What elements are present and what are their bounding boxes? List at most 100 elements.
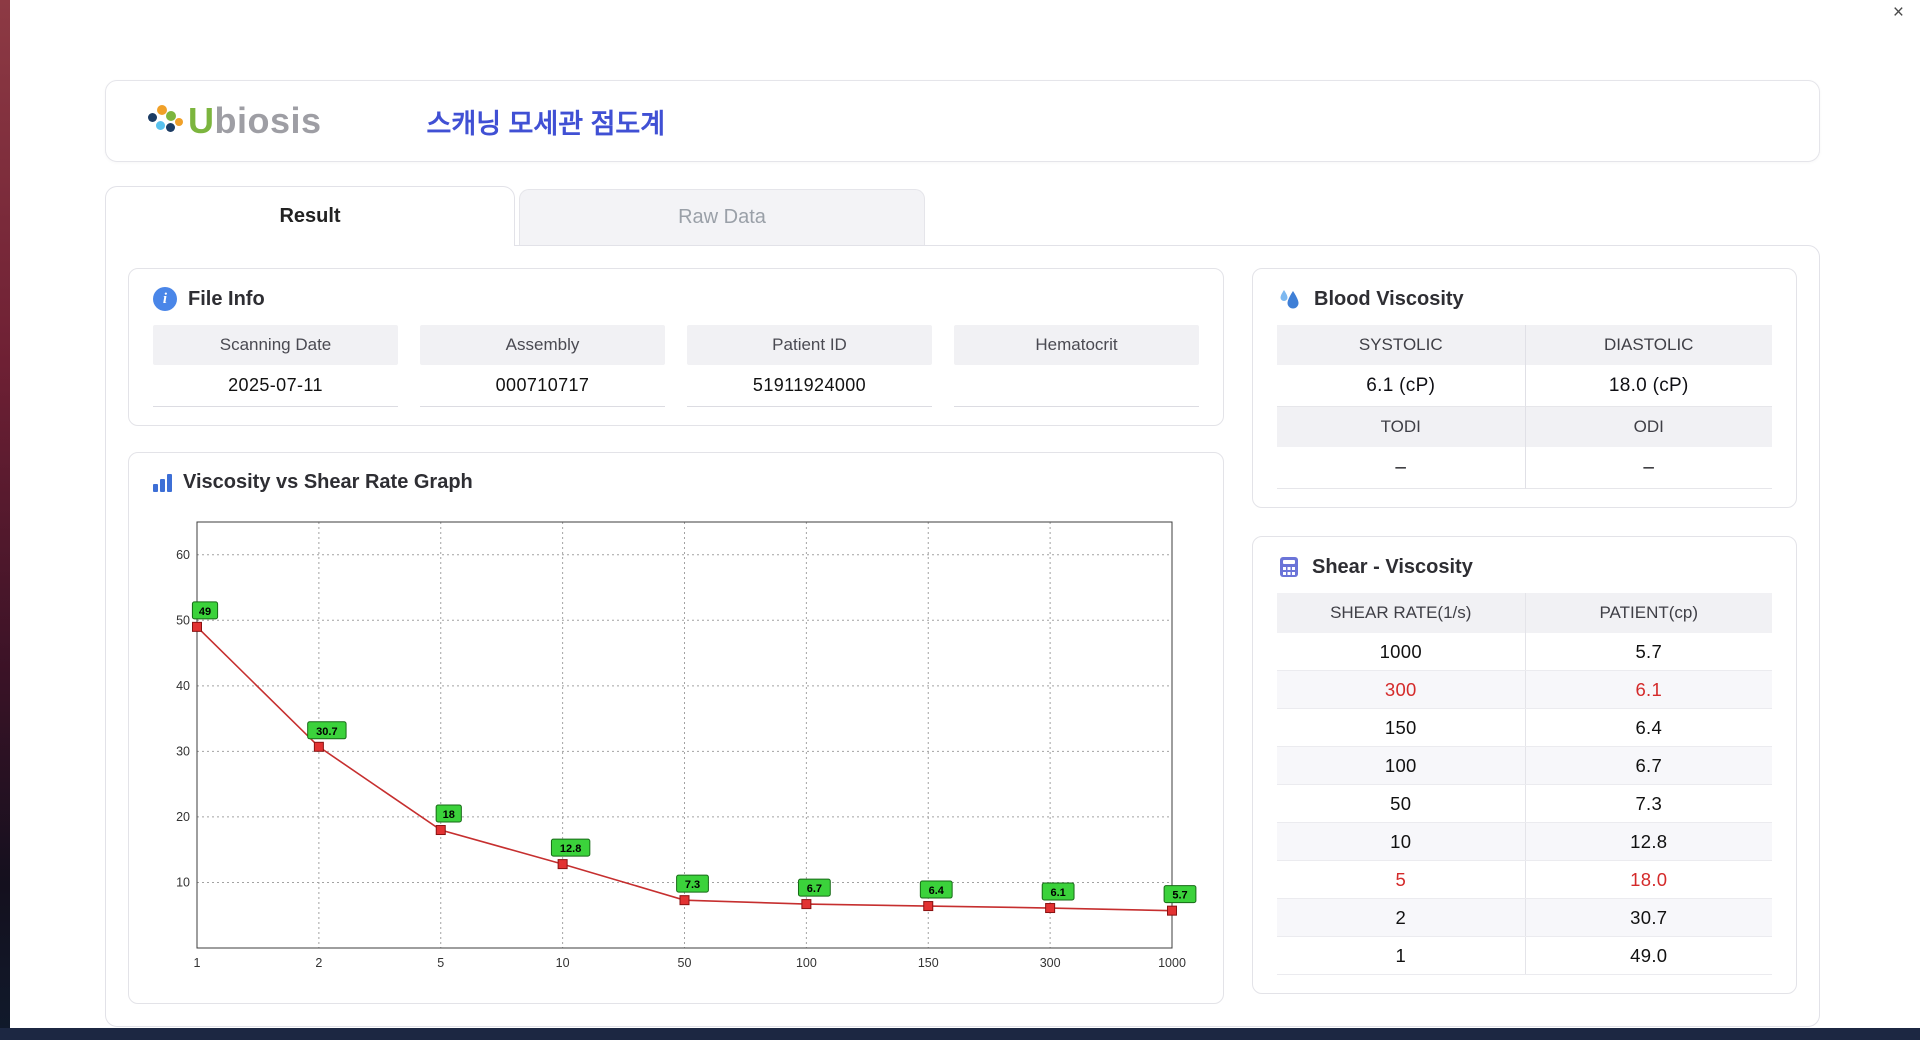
patient-value-cell: 6.4	[1524, 709, 1773, 746]
patient-value-cell: 49.0	[1524, 937, 1773, 974]
bv-value-diastolic: 18.0 (cP)	[1524, 365, 1772, 407]
blood-viscosity-title: Blood Viscosity	[1314, 287, 1464, 310]
logo-mark-icon	[148, 104, 186, 138]
svg-text:1000: 1000	[1158, 956, 1186, 970]
svg-text:6.4: 6.4	[929, 885, 945, 897]
viscosity-shear-chart: 10 20 30 40 50 60 1 2 5 10 50 100 150 300 1000 49 30.7 18…	[176, 521, 1197, 970]
shear-table-row: 2 30.7	[1277, 899, 1772, 937]
shear-rate-cell: 10	[1390, 830, 1412, 852]
svg-text:30.7: 30.7	[316, 726, 337, 738]
blood-viscosity-panel: Blood Viscosity SYSTOLIC DIASTOLIC 6.1 (…	[1252, 268, 1797, 508]
file-info-field: Scanning Date 2025-07-11	[153, 325, 398, 407]
content-panel: i File Info Scanning Date 2025-07-11 Assem…	[105, 245, 1820, 1027]
svg-text:150: 150	[918, 956, 939, 970]
shear-table-row: 300 6.1	[1277, 671, 1772, 709]
tab-bar: Result Raw Data	[105, 186, 1820, 246]
close-icon[interactable]: ×	[1893, 2, 1904, 24]
shear-viscosity-panel: Shear - Viscosity SHEAR RATE(1/s) PATIEN…	[1252, 536, 1797, 994]
patient-value-cell: 12.8	[1524, 823, 1773, 860]
bar-chart-icon	[153, 473, 172, 492]
shear-viscosity-title: Shear - Viscosity	[1312, 555, 1473, 578]
window-titlebar: ×	[10, 0, 1920, 26]
svg-text:6.7: 6.7	[807, 883, 822, 895]
patient-value-cell: 30.7	[1524, 899, 1773, 936]
tab-raw-data[interactable]: Raw Data	[519, 189, 925, 245]
bv-header-odi: ODI	[1524, 407, 1772, 447]
desktop-edge-left	[0, 0, 10, 1040]
shear-rate-cell: 1	[1395, 944, 1407, 966]
app-window: Ubiosis 스캐닝 모세관 점도계 Result Raw Data i Fi…	[105, 80, 1820, 1027]
svg-text:5: 5	[437, 956, 444, 970]
shear-rate-cell: 50	[1390, 792, 1412, 814]
shear-rate-cell: 300	[1384, 678, 1417, 700]
bv-header-diastolic: DIASTOLIC	[1524, 325, 1772, 365]
svg-text:18: 18	[443, 809, 455, 821]
svg-text:60: 60	[176, 548, 190, 562]
bv-value-systolic: 6.1 (cP)	[1277, 365, 1525, 407]
svg-text:50: 50	[176, 613, 190, 627]
shear-rate-cell: 150	[1384, 716, 1417, 738]
patient-value-cell: 7.3	[1524, 785, 1773, 822]
file-info-fields: Scanning Date 2025-07-11 Assembly 000710717…	[153, 325, 1199, 407]
logo-text: Ubiosis	[188, 100, 322, 141]
field-label: Patient ID	[687, 325, 932, 365]
graph-title: Viscosity vs Shear Rate Graph	[183, 471, 473, 493]
bv-value-todi: –	[1277, 447, 1525, 489]
shear-viscosity-table: SHEAR RATE(1/s) PATIENT(cp) 1000 5.7 300 6.…	[1277, 593, 1772, 975]
patient-value-cell: 6.1	[1524, 671, 1773, 708]
svg-text:7.3: 7.3	[685, 879, 700, 891]
shear-table-header: SHEAR RATE(1/s) PATIENT(cp)	[1277, 593, 1772, 633]
svg-text:10: 10	[556, 956, 570, 970]
desktop-edge-bottom	[0, 1028, 1920, 1040]
shear-rate-cell: 1000	[1379, 640, 1422, 662]
svg-text:6.1: 6.1	[1050, 887, 1065, 899]
shear-rate-cell: 2	[1395, 906, 1407, 928]
graph-panel: Viscosity vs Shear Rate Graph 10 20 30 40 50…	[128, 452, 1224, 1004]
svg-text:5.7: 5.7	[1172, 890, 1187, 902]
file-info-field: Patient ID 51911924000	[687, 325, 932, 407]
app-header: Ubiosis 스캐닝 모세관 점도계	[105, 80, 1820, 162]
field-value: 000710717	[420, 365, 665, 407]
shear-rate-cell: 100	[1384, 754, 1417, 776]
shear-table-row: 100 6.7	[1277, 747, 1772, 785]
bv-value-odi: –	[1524, 447, 1772, 489]
shear-table-row: 1 49.0	[1277, 937, 1772, 975]
patient-value-cell: 5.7	[1524, 633, 1773, 670]
bv-header-todi: TODI	[1277, 407, 1525, 447]
shear-table-row: 50 7.3	[1277, 785, 1772, 823]
file-info-field: Hematocrit	[954, 325, 1199, 407]
svg-text:20: 20	[176, 810, 190, 824]
bv-header-systolic: SYSTOLIC	[1277, 325, 1525, 365]
droplet-icon	[1280, 290, 1299, 309]
shear-table-row: 5 18.0	[1277, 861, 1772, 899]
shear-rate-column-header: SHEAR RATE(1/s)	[1330, 603, 1472, 622]
calculator-icon	[1280, 557, 1298, 577]
field-value	[954, 365, 1199, 407]
svg-text:30: 30	[176, 744, 190, 758]
svg-text:40: 40	[176, 679, 190, 693]
patient-value-cell: 18.0	[1524, 861, 1773, 898]
tab-result[interactable]: Result	[105, 186, 515, 246]
svg-text:1: 1	[194, 956, 201, 970]
file-info-panel: i File Info Scanning Date 2025-07-11 Assem…	[128, 268, 1224, 426]
svg-text:300: 300	[1040, 956, 1061, 970]
info-icon: i	[153, 287, 177, 311]
field-value: 51911924000	[687, 365, 932, 407]
field-label: Assembly	[420, 325, 665, 365]
field-label: Hematocrit	[954, 325, 1199, 365]
patient-column-header: PATIENT(cp)	[1524, 593, 1773, 633]
svg-text:10: 10	[176, 875, 190, 889]
shear-rate-cell: 5	[1395, 868, 1407, 890]
svg-text:50: 50	[678, 956, 692, 970]
svg-text:2: 2	[315, 956, 322, 970]
file-info-field: Assembly 000710717	[420, 325, 665, 407]
app-logo: Ubiosis	[148, 100, 322, 142]
field-value: 2025-07-11	[153, 365, 398, 407]
shear-table-row: 10 12.8	[1277, 823, 1772, 861]
svg-text:100: 100	[796, 956, 817, 970]
shear-table-row: 1000 5.7	[1277, 633, 1772, 671]
patient-value-cell: 6.7	[1524, 747, 1773, 784]
app-title: 스캐닝 모세관 점도계	[426, 108, 666, 139]
blood-viscosity-table: SYSTOLIC DIASTOLIC 6.1 (cP) 18.0 (cP) TO…	[1277, 325, 1772, 489]
file-info-title: File Info	[188, 287, 265, 310]
